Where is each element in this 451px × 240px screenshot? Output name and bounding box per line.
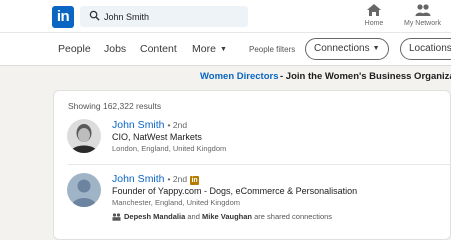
search-input[interactable]: [104, 6, 244, 27]
tab-more[interactable]: More ▼: [192, 43, 227, 55]
results-card: Showing 162,322 results John Smith • 2nd …: [53, 90, 451, 240]
nav-my-network[interactable]: My Network: [400, 3, 445, 27]
list-item[interactable]: John Smith • 2nd in Founder of Yappy.com -…: [54, 171, 451, 231]
premium-badge-icon: in: [190, 176, 200, 185]
chevron-down-icon: ▼: [219, 46, 227, 53]
connection-degree: • 2nd: [167, 174, 188, 184]
nav-my-network-label: My Network: [404, 20, 441, 27]
connection-degree: • 2nd: [167, 120, 188, 130]
people-filters-label: People filters: [249, 45, 296, 54]
shared-and-text: and: [187, 212, 200, 221]
shared-connection-name[interactable]: Mike Vaughan: [202, 212, 252, 221]
search-icon: [89, 10, 100, 21]
home-icon: [367, 4, 381, 16]
tab-people[interactable]: People: [58, 43, 91, 55]
connections-filter-label: Connections: [314, 43, 370, 54]
profile-name: John Smith: [112, 173, 165, 185]
profile-headline: Founder of Yappy.com - Dogs, eCommerce &…: [112, 186, 358, 196]
profile-headline: CIO, NatWest Markets: [112, 132, 202, 142]
profile-name: John Smith: [112, 119, 165, 131]
tab-content[interactable]: Content: [140, 43, 177, 55]
shared-connection-name[interactable]: Depesh Mandalia: [124, 212, 185, 221]
promo-link[interactable]: Women Directors: [200, 71, 278, 82]
connections-filter-button[interactable]: Connections ▼: [305, 38, 389, 60]
shared-connections-text: are shared connections: [254, 212, 333, 221]
nav-home[interactable]: Home: [359, 3, 389, 27]
tab-more-label: More: [192, 43, 216, 55]
search-filter-bar: People Jobs Content More ▼ People filters…: [0, 33, 451, 66]
shared-connections-icon: [112, 213, 121, 221]
tab-jobs[interactable]: Jobs: [104, 43, 126, 55]
search-box[interactable]: [80, 6, 248, 27]
chevron-down-icon: ▼: [372, 45, 380, 52]
people-icon: [415, 4, 430, 16]
divider: [68, 164, 451, 165]
profile-location: Manchester, England, United Kingdom: [112, 198, 240, 207]
results-count: Showing 162,322 results: [68, 101, 162, 111]
avatar[interactable]: [67, 119, 101, 153]
profile-name-link[interactable]: John Smith • 2nd in: [112, 173, 200, 185]
top-navigation-bar: in Home My Network: [0, 0, 451, 33]
promo-banner: Women Directors - Join the Women's Busin…: [0, 71, 451, 85]
profile-location: London, England, United Kingdom: [112, 144, 227, 153]
profile-name-link[interactable]: John Smith • 2nd: [112, 119, 187, 131]
locations-filter-button[interactable]: Locations: [400, 38, 451, 60]
locations-filter-label: Locations: [409, 43, 451, 54]
list-item[interactable]: John Smith • 2nd CIO, NatWest Markets Lon…: [54, 117, 451, 165]
avatar[interactable]: [67, 173, 101, 207]
nav-home-label: Home: [364, 20, 384, 27]
linkedin-logo[interactable]: in: [52, 6, 74, 28]
promo-text: - Join the Women's Business Organization: [280, 71, 451, 82]
